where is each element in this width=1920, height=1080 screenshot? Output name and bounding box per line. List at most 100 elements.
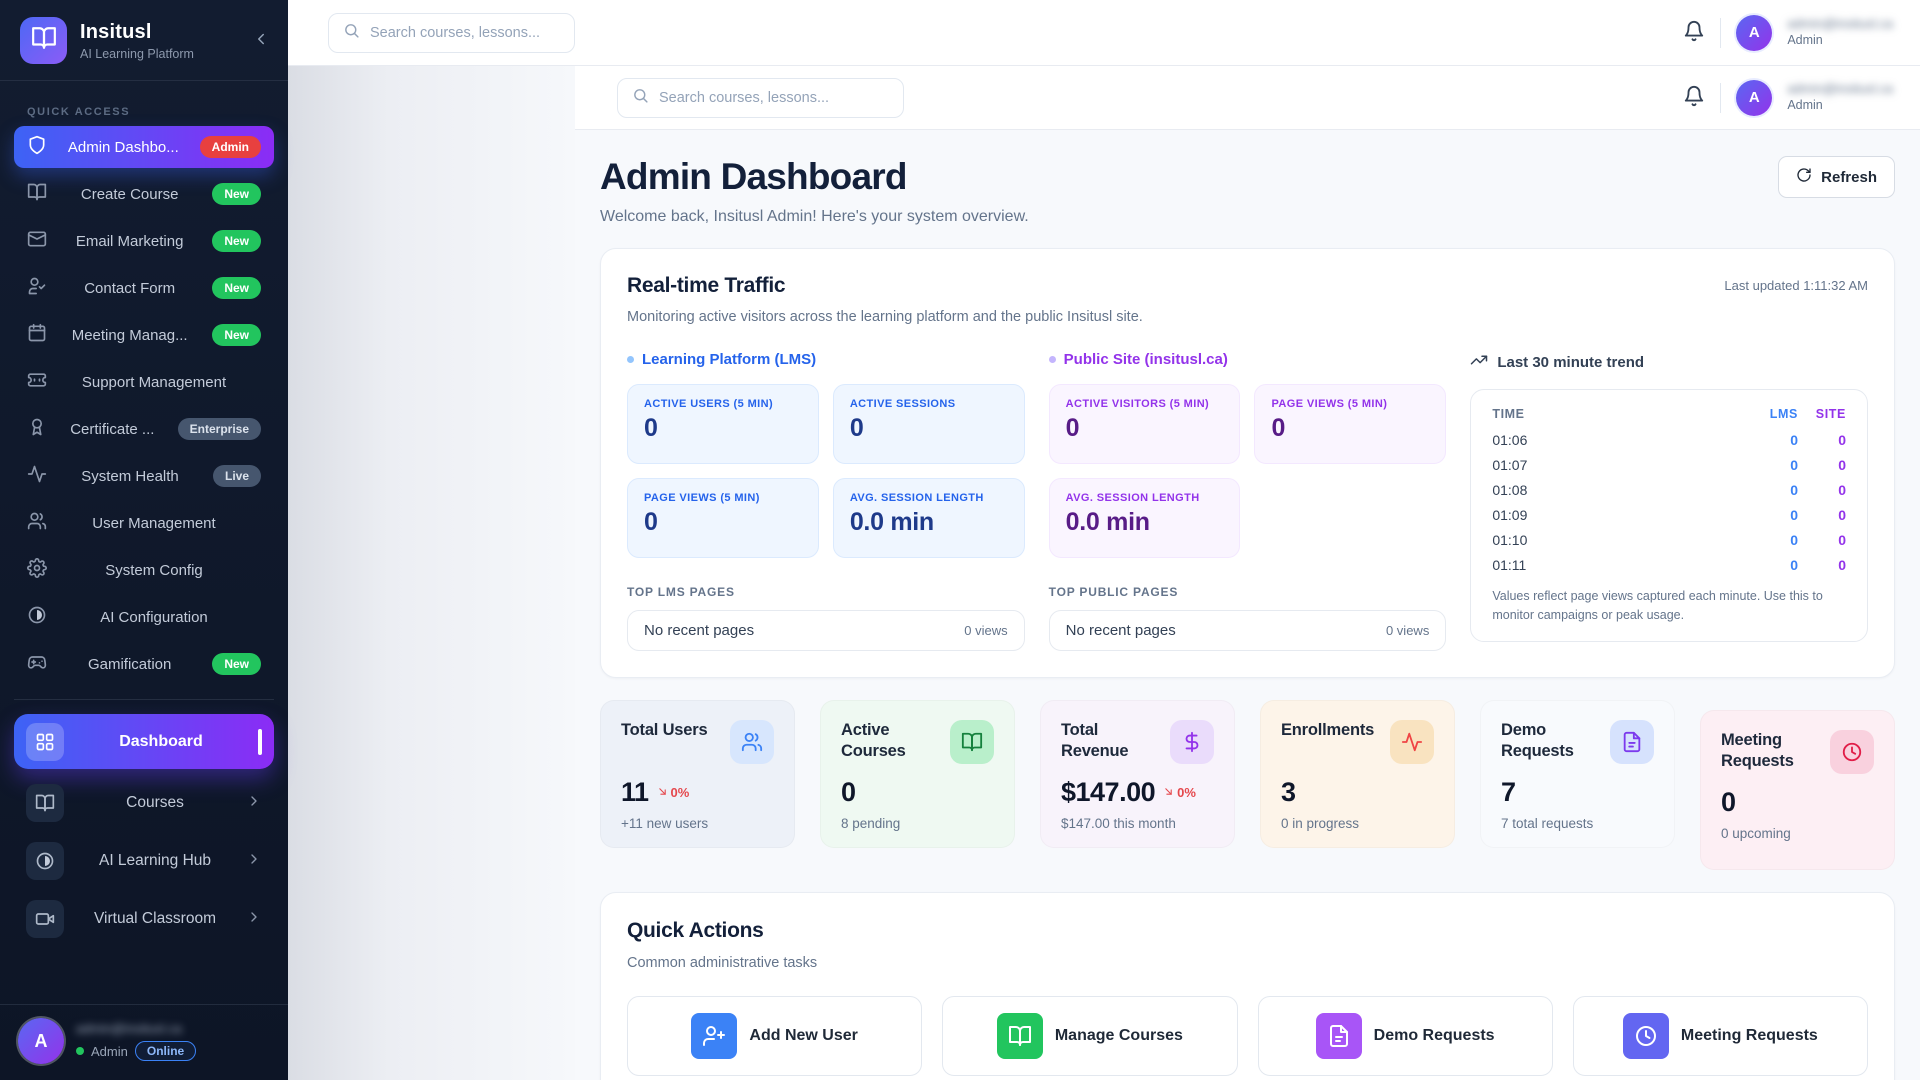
sidebar-item-system-config[interactable]: System Config [14,549,274,591]
manage-courses-button[interactable]: Manage Courses [942,996,1237,1076]
background-gutter [288,66,575,1080]
contrast-icon [27,605,47,629]
sidebar-item-admin-dashboard[interactable]: Admin Dashbo... Admin [14,126,274,168]
sidebar-item-email-marketing[interactable]: Email Marketing New [14,220,274,262]
lms-status-dot [627,356,634,363]
sidebar-item-support-management[interactable]: Support Management [14,361,274,403]
site-active-visitors-card: ACTIVE VISITORS (5 MIN) 0 [1049,384,1241,464]
brand-tagline: AI Learning Platform [80,47,194,61]
users-icon [730,720,774,764]
sidebar-item-create-course[interactable]: Create Course New [14,173,274,215]
sidebar-item-meeting-management[interactable]: Meeting Manag... New [14,314,274,356]
page-title: Admin Dashboard [600,156,907,198]
shield-icon [27,135,47,159]
search-input[interactable] [370,25,560,41]
avatar: A [18,1018,64,1064]
global-search[interactable] [328,13,575,53]
content-header: A admin@insitusl.ca Admin [575,66,1920,130]
sidebar-collapse-button[interactable] [252,30,270,51]
new-badge: New [212,277,261,299]
activity-icon [27,464,47,488]
trend-column: Last 30 minute trend TIME LMS SITE 01:06… [1470,351,1868,651]
chevron-right-icon [246,793,262,814]
grid-icon [26,723,64,761]
header-divider [1720,18,1721,48]
trend-row: 01:11 0 0 [1492,552,1846,577]
meeting-requests-button[interactable]: Meeting Requests [1573,996,1868,1076]
active-indicator-bar [258,729,262,755]
trend-row: 01:10 0 0 [1492,527,1846,552]
quick-actions-subtitle: Common administrative tasks [627,955,1868,971]
quick-access-nav: Admin Dashbo... Admin Create Course New … [0,126,288,685]
sidebar-item-courses[interactable]: Courses [14,779,274,827]
trend-table: TIME LMS SITE 01:06 0 0 01:07 [1470,389,1868,642]
trend-row: 01:07 0 0 [1492,452,1846,477]
lms-column: Learning Platform (LMS) ACTIVE USERS (5 … [627,351,1025,651]
avatar[interactable]: A [1736,80,1772,116]
activity-icon [1390,720,1434,764]
site-column-label: Public Site (insitusl.ca) [1064,351,1228,368]
book-logo-icon [31,25,57,56]
file-text-icon [1316,1013,1362,1059]
book-open-icon [27,182,47,206]
online-status-dot [76,1047,84,1055]
last-updated: Last updated 1:11:32 AM [1724,274,1868,293]
header-divider [1720,83,1721,113]
chevron-left-icon [252,30,270,51]
sidebar-user-card[interactable]: A admin@insitusl.ca Admin Online [0,1004,288,1080]
user-role: Admin [1787,99,1893,113]
gear-icon [27,558,47,582]
total-users-card: Total Users 11 0% +11 new users [600,700,795,848]
content-search[interactable] [617,78,904,118]
total-revenue-card: Total Revenue $147.00 0% $147.00 this mo… [1040,700,1235,848]
avatar[interactable]: A [1736,15,1772,51]
video-camera-icon [26,900,64,938]
sidebar-item-contact-form[interactable]: Contact Form New [14,267,274,309]
sidebar: Insitusl AI Learning Platform QUICK ACCE… [0,0,288,1080]
brand-logo [20,17,67,64]
lms-page-views-card: PAGE VIEWS (5 MIN) 0 [627,478,819,558]
award-icon [27,417,47,441]
book-open-icon [950,720,994,764]
online-status-badge: Online [135,1041,196,1061]
contrast-icon [26,842,64,880]
notifications-button[interactable] [1683,20,1705,45]
live-badge: Live [213,465,261,487]
new-badge: New [212,183,261,205]
realtime-traffic-card: Real-time Traffic Last updated 1:11:32 A… [600,248,1895,678]
user-email: admin@insitusl.ca [76,1021,196,1036]
site-status-dot [1049,356,1056,363]
main-panel: A admin@insitusl.ca Admin Admin Dashboar… [575,66,1920,1080]
dollar-icon [1170,720,1214,764]
user-plus-icon [691,1013,737,1059]
realtime-title: Real-time Traffic [627,274,785,298]
add-new-user-button[interactable]: Add New User [627,996,922,1076]
demo-requests-button[interactable]: Demo Requests [1258,996,1553,1076]
active-courses-card: Active Courses 0 8 pending [820,700,1015,848]
sidebar-item-ai-learning-hub[interactable]: AI Learning Hub [14,837,274,885]
sidebar-item-system-health[interactable]: System Health Live [14,455,274,497]
user-role: Admin [91,1044,128,1059]
users-icon [27,511,47,535]
user-role: Admin [1787,34,1893,48]
site-empty-row: No recent pages 0 views [1049,610,1447,651]
new-badge: New [212,324,261,346]
search-icon [343,22,360,44]
trend-label: Last 30 minute trend [1497,354,1644,371]
sidebar-item-gamification[interactable]: Gamification New [14,643,274,685]
chevron-right-icon [246,851,262,872]
sidebar-item-virtual-classroom[interactable]: Virtual Classroom [14,895,274,943]
user-email: admin@insitusl.ca [1787,82,1893,96]
ticket-icon [27,370,47,394]
refresh-icon [1796,167,1812,187]
search-input[interactable] [659,90,849,106]
kpi-stats-row: Total Users 11 0% +11 new users Act [600,700,1895,860]
sidebar-item-certificates[interactable]: Certificate ... Enterprise [14,408,274,450]
sidebar-item-ai-configuration[interactable]: AI Configuration [14,596,274,638]
realtime-subtitle: Monitoring active visitors across the le… [627,309,1868,325]
sidebar-item-user-management[interactable]: User Management [14,502,274,544]
refresh-button[interactable]: Refresh [1778,156,1895,198]
sidebar-item-dashboard[interactable]: Dashboard [14,714,274,769]
notifications-button[interactable] [1683,85,1705,110]
lms-active-users-card: ACTIVE USERS (5 MIN) 0 [627,384,819,464]
